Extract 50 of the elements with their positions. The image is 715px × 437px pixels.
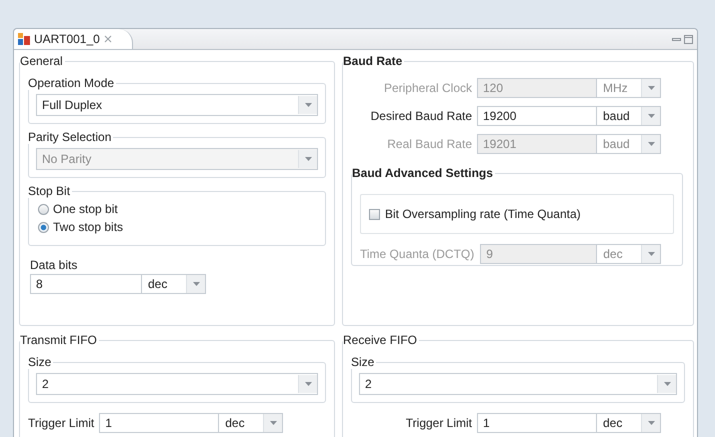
- caret-icon: [648, 86, 654, 90]
- text-field[interactable]: 8: [30, 274, 142, 294]
- group-title: Baud Rate: [343, 54, 404, 68]
- group-title: Operation Mode: [28, 76, 116, 90]
- dropdown[interactable]: 2: [359, 373, 677, 395]
- unit-dropdown[interactable]: dec: [597, 413, 661, 433]
- tab-title: UART001_0: [34, 32, 100, 46]
- dropdown[interactable]: 2: [36, 373, 318, 395]
- maximize-icon[interactable]: [684, 34, 693, 44]
- caret-icon: [664, 382, 670, 386]
- field-label: Time Quanta (DCTQ): [360, 247, 474, 261]
- close-icon: [104, 35, 112, 43]
- group-title: General: [20, 54, 64, 68]
- field-label: Trigger Limit: [406, 416, 472, 430]
- radio-button[interactable]: [38, 222, 49, 232]
- text-field[interactable]: 1: [477, 413, 597, 433]
- radio-label: One stop bit: [53, 202, 118, 216]
- field-label: Data bits: [30, 258, 78, 272]
- caret-icon: [304, 157, 312, 161]
- unit-dropdown[interactable]: dec: [142, 274, 206, 294]
- field-label: Desired Baud Rate: [370, 109, 472, 123]
- caret-icon: [648, 114, 654, 118]
- dropdown[interactable]: Full Duplex: [36, 94, 318, 116]
- caret-icon: [304, 103, 312, 107]
- group-title: Size: [351, 355, 376, 369]
- group-title: Receive FIFO: [343, 333, 418, 347]
- editor-tab[interactable]: UART001_0: [14, 29, 133, 49]
- text-field[interactable]: 19200: [477, 106, 597, 126]
- unit-dropdown[interactable]: dec: [219, 413, 284, 433]
- group-title: Stop Bit: [28, 184, 72, 198]
- field-label: Real Baud Rate: [387, 137, 472, 151]
- checkbox[interactable]: [369, 208, 380, 220]
- group-title: Size: [28, 355, 52, 369]
- caret-icon: [648, 252, 655, 256]
- caret-icon: [648, 421, 654, 425]
- radio-label: Two stop bits: [53, 220, 124, 234]
- group-title: Parity Selection: [28, 130, 112, 144]
- text-field[interactable]: 1: [99, 413, 220, 433]
- field-label: Peripheral Clock: [384, 81, 472, 95]
- caret-icon: [270, 421, 277, 425]
- unit-dropdown[interactable]: baud: [597, 106, 661, 126]
- group-title: Transmit FIFO: [20, 333, 98, 347]
- caret-icon: [304, 382, 312, 386]
- radio-button[interactable]: [38, 204, 49, 214]
- field-label: Trigger Limit: [28, 416, 94, 430]
- checkbox-label: Bit Oversampling rate (Time Quanta): [385, 207, 581, 221]
- module-icon: [18, 33, 30, 45]
- group-title: Baud Advanced Settings: [352, 166, 494, 180]
- caret-icon: [648, 142, 654, 146]
- caret-icon: [192, 282, 200, 286]
